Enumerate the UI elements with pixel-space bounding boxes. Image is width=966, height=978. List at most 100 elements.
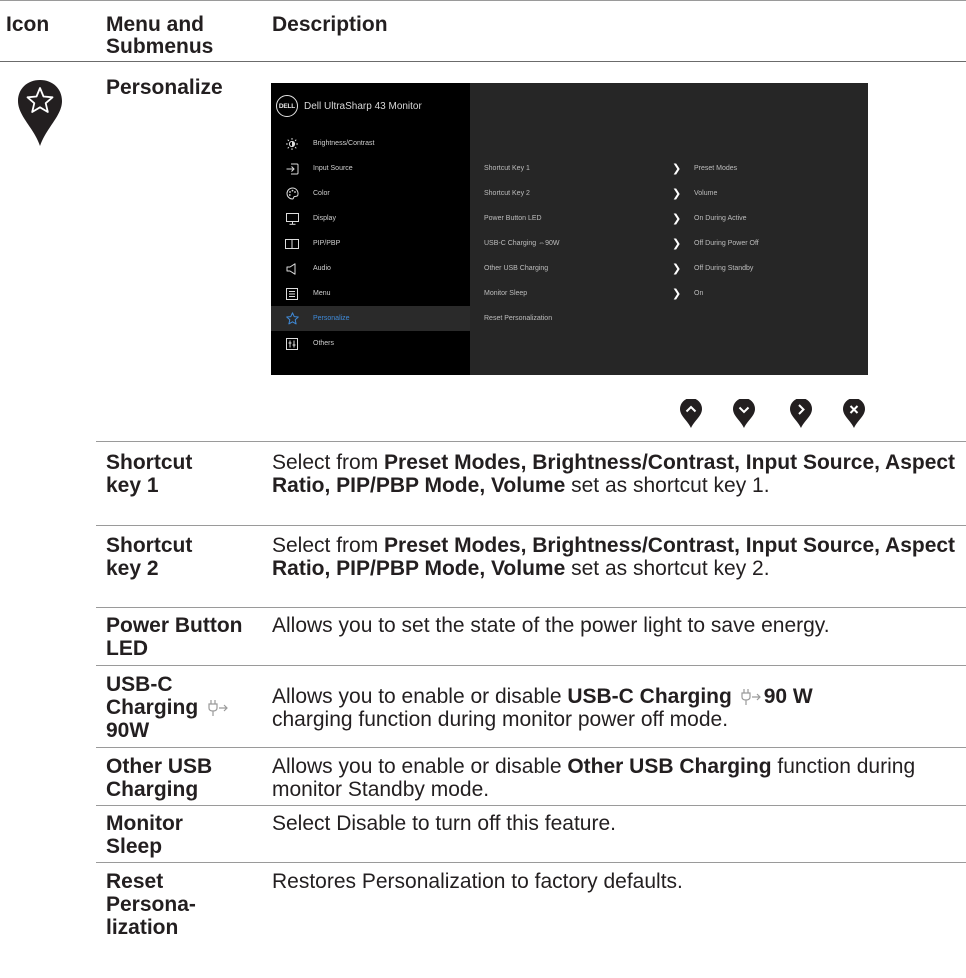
chevron-right-icon: ❯ xyxy=(672,288,682,300)
desc-text: Select from xyxy=(272,451,385,474)
brightness-icon xyxy=(285,137,299,151)
row-desc-shortcut-key-2: Select from Preset Modes, Brightness/Con… xyxy=(272,534,962,580)
osd-setting-row[interactable]: Other USB Charging ❯ Off During Standby xyxy=(484,256,864,281)
row-name-power-button-led: Power Button LED xyxy=(106,614,276,660)
row-name-line: Monitor xyxy=(106,812,183,835)
osd-menu-item-display[interactable]: Display xyxy=(271,206,470,231)
header-icon: Icon xyxy=(6,13,50,36)
row-divider xyxy=(96,862,966,863)
row-name-line: key 2 xyxy=(106,557,159,580)
speaker-icon xyxy=(285,262,299,276)
row-name-line: key 1 xyxy=(106,474,159,497)
header-description: Description xyxy=(272,13,388,36)
right-button[interactable] xyxy=(789,399,813,429)
desc-bold-text: USB-C Charging xyxy=(567,685,732,708)
osd-menu-item-pip-pbp[interactable]: PIP/PBP xyxy=(271,231,470,256)
row-name-line: Charging xyxy=(106,696,261,719)
osd-menu-item-input-source[interactable]: Input Source xyxy=(271,156,470,181)
osd-menu-label: Others xyxy=(313,340,335,347)
chevron-right-icon: ❯ xyxy=(672,188,682,200)
osd-menu-label: Menu xyxy=(313,290,331,297)
desc-text: set as shortcut key 2. xyxy=(565,557,770,580)
others-icon xyxy=(285,337,299,351)
osd-setting-row[interactable]: Monitor Sleep ❯ On xyxy=(484,281,864,306)
row-desc-shortcut-key-1: Select from Preset Modes, Brightness/Con… xyxy=(272,451,962,497)
desc-bold-text: 90 W xyxy=(763,685,813,708)
osd-screenshot: DELL Dell UltraSharp 43 Monitor Brightne… xyxy=(271,83,868,375)
row-name-usb-c-charging: USB-C Charging 90W xyxy=(106,673,261,742)
row-name-line: Shortcut xyxy=(106,534,193,557)
desc-text: set as shortcut key 1. xyxy=(565,474,770,497)
down-button[interactable] xyxy=(732,399,756,429)
chevron-right-icon: ❯ xyxy=(672,163,682,175)
desc-bold-text: Other USB Charging xyxy=(567,755,772,778)
osd-menu-label: Input Source xyxy=(313,165,353,172)
row-name-line: Sleep xyxy=(106,835,163,858)
osd-setting-row[interactable]: USB-C Charging ⇔90W ❯ Off During Power O… xyxy=(484,231,864,256)
osd-setting-value: Volume xyxy=(694,190,718,197)
display-icon xyxy=(285,212,299,226)
section-title: Personalize xyxy=(106,76,223,99)
row-desc-other-usb-charging: Allows you to enable or disable Other US… xyxy=(272,755,962,801)
header-menu-and-submenus: Menu and Submenus xyxy=(106,13,214,58)
osd-settings-panel: Shortcut Key 1 ❯ Preset Modes Shortcut K… xyxy=(470,83,868,375)
usb-charging-icon xyxy=(741,689,761,705)
desc-text: charging function during monitor power o… xyxy=(272,708,729,731)
color-palette-icon xyxy=(285,187,299,201)
row-name-line: Persona- xyxy=(106,893,196,916)
row-name-line: Other USB xyxy=(106,755,213,778)
row-name-line-text: Charging xyxy=(106,696,199,719)
osd-setting-value: Off During Power Off xyxy=(694,240,759,247)
close-button[interactable] xyxy=(842,399,866,429)
row-divider xyxy=(96,665,966,666)
row-name-line: lization xyxy=(106,916,179,939)
osd-menu-label: Color xyxy=(313,190,330,197)
star-icon xyxy=(285,312,299,326)
osd-setting-row[interactable]: Reset Personalization xyxy=(484,306,864,331)
osd-setting-row[interactable]: Shortcut Key 1 ❯ Preset Modes xyxy=(484,156,864,181)
osd-menu-item-audio[interactable]: Audio xyxy=(271,256,470,281)
personalize-star-icon xyxy=(18,80,62,146)
desc-text: Allows you to enable or disable xyxy=(272,755,568,778)
osd-menu-label: Brightness/Contrast xyxy=(313,140,375,147)
row-name-shortcut-key-1: Shortcut key 1 xyxy=(106,451,261,497)
osd-menu-item-color[interactable]: Color xyxy=(271,181,470,206)
row-name-line: Power Button xyxy=(106,614,243,637)
osd-menu-label: Audio xyxy=(313,265,331,272)
osd-setting-row[interactable]: Power Button LED ❯ On During Active xyxy=(484,206,864,231)
osd-menu-label: Display xyxy=(313,215,336,222)
row-divider xyxy=(96,607,966,608)
osd-setting-name: Other USB Charging xyxy=(484,265,549,272)
chevron-right-icon: ❯ xyxy=(672,238,682,250)
row-desc-reset-personalization: Restores Personalization to factory defa… xyxy=(272,870,683,893)
osd-setting-row[interactable]: Shortcut Key 2 ❯ Volume xyxy=(484,181,864,206)
osd-setting-name: Reset Personalization xyxy=(484,315,553,322)
osd-menu-item-others[interactable]: Others xyxy=(271,331,470,356)
osd-setting-name: Monitor Sleep xyxy=(484,290,528,297)
header-top-rule xyxy=(0,0,966,1)
row-name-reset-personalization: Reset Persona- lization xyxy=(106,870,261,939)
row-name-line: Charging xyxy=(106,778,199,801)
row-name-line: Shortcut xyxy=(106,451,193,474)
osd-menu-item-brightness[interactable]: Brightness/Contrast xyxy=(271,131,470,156)
dell-logo: DELL xyxy=(276,95,298,117)
row-desc-usb-c-charging: Allows you to enable or disable USB-C Ch… xyxy=(272,685,962,731)
row-desc-monitor-sleep: Select Disable to turn off this feature. xyxy=(272,812,616,835)
osd-setting-value: On xyxy=(694,290,704,297)
input-source-icon xyxy=(285,162,299,176)
row-name-line: LED xyxy=(106,637,148,660)
osd-menu-label: PIP/PBP xyxy=(313,240,341,247)
menu-icon xyxy=(285,287,299,301)
osd-setting-name: Power Button LED xyxy=(484,215,542,222)
up-button[interactable] xyxy=(679,399,703,429)
desc-text: Allows you to enable or disable xyxy=(272,685,568,708)
row-divider xyxy=(96,441,966,442)
osd-setting-name: Shortcut Key 1 xyxy=(484,165,530,172)
row-divider xyxy=(96,747,966,748)
row-divider xyxy=(96,525,966,526)
osd-menu-panel: DELL Dell UltraSharp 43 Monitor Brightne… xyxy=(271,83,470,375)
osd-menu-item-personalize[interactable]: Personalize xyxy=(271,306,470,331)
row-name-line: USB-C xyxy=(106,673,173,696)
osd-menu-item-menu[interactable]: Menu xyxy=(271,281,470,306)
osd-setting-value: Off During Standby xyxy=(694,265,754,272)
